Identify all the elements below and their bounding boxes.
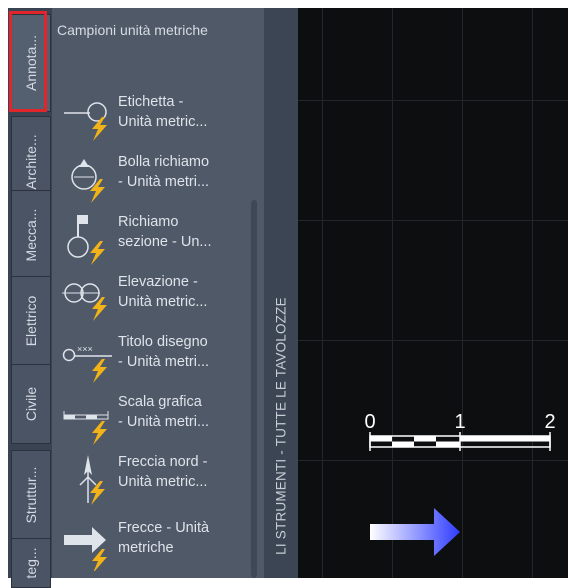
tool-north-arrow-metric[interactable]: Freccia nord - Unità metric...	[62, 452, 252, 512]
tool-callout-bubble-metric[interactable]: Bolla richiamo - Unità metri...	[62, 152, 252, 212]
drawing-title-icon: ×××	[62, 344, 112, 383]
north-arrow-icon	[79, 455, 105, 505]
tool-label-metric[interactable]: Etichetta - Unità metric...	[62, 92, 252, 152]
tab-label: Elettrico	[23, 295, 39, 347]
elevation-icon	[62, 283, 107, 321]
tool-arrows-metric[interactable]: Frecce - Unità metriche	[62, 518, 252, 578]
tool-drawing-title-metric[interactable]: ××× Titolo disegno - Unità metri...	[62, 332, 252, 392]
palette-title-bar-label: LI STRUMENTI - TUTTE LE TAVOLOZZE	[273, 297, 289, 555]
palette-section-title: Campioni unità metriche	[57, 22, 208, 38]
tab-partial[interactable]: teg...	[11, 538, 51, 588]
canvas-objects: 0 1 2	[364, 411, 556, 556]
tool-label: Frecce - Unità metriche	[118, 520, 210, 556]
tool-label: Titolo disegno - Unità metri...	[118, 334, 210, 370]
scale-label-2: 2	[544, 411, 555, 433]
tool-label: Freccia nord - Unità metric...	[118, 454, 208, 490]
tab-structural[interactable]: Struttur...	[11, 450, 51, 540]
tool-section-callout-metric[interactable]: Richiamo sezione - Un...	[62, 212, 252, 272]
scale-label-0: 0	[364, 411, 375, 433]
graphic-scale-icon	[63, 411, 109, 445]
tool-label: Bolla richiamo - Unità metri...	[118, 154, 210, 190]
tool-graphic-scale-metric[interactable]: Scala grafica - Unità metri...	[62, 392, 252, 452]
tool-label: Etichetta - Unità metric...	[118, 94, 208, 130]
tab-label: Civile	[23, 386, 39, 422]
tab-civil[interactable]: Civile	[11, 364, 51, 444]
tab-label: Struttur...	[23, 466, 39, 524]
svg-text:×××: ×××	[77, 344, 93, 354]
tool-label: Elevazione - Unità metric...	[118, 274, 208, 310]
section-callout-icon	[67, 215, 105, 265]
tab-mechanical[interactable]: Mecca...	[11, 190, 51, 280]
label-tag-icon	[64, 102, 107, 141]
scale-label-1: 1	[454, 411, 465, 433]
palette-title-bar[interactable]: LI STRUMENTI - TUTTE LE TAVOLOZZE	[264, 8, 298, 578]
callout-bubble-icon	[71, 159, 105, 203]
active-tab-highlight	[9, 11, 47, 112]
tab-label: Mecca...	[23, 208, 39, 262]
tab-label: Archite...	[23, 134, 39, 190]
tool-label: Richiamo sezione - Un...	[118, 214, 212, 250]
palette-scrollbar[interactable]	[251, 200, 257, 578]
drawing-canvas[interactable]: 0 1 2	[298, 8, 568, 578]
tool-palette-window: Annota... Archite... Mecca... Elettrico …	[0, 0, 568, 588]
graphic-scale-sample[interactable]: 0 1 2	[364, 411, 556, 451]
tool-label: Scala grafica - Unità metri...	[118, 394, 210, 430]
tool-elevation-metric[interactable]: Elevazione - Unità metric...	[62, 272, 252, 332]
arrow-sample[interactable]	[370, 508, 460, 556]
arrows-icon	[64, 527, 107, 571]
tab-label: teg...	[23, 547, 39, 579]
tab-electrical[interactable]: Elettrico	[11, 276, 51, 366]
